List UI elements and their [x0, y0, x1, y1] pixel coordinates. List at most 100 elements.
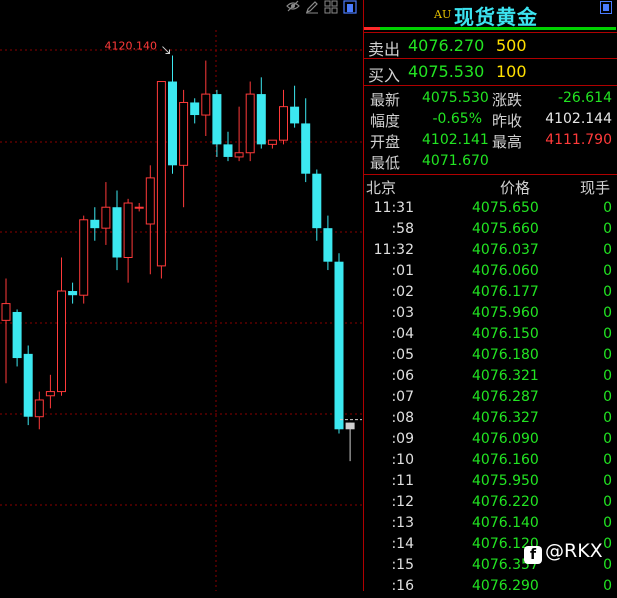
quote-label: 最高: [492, 133, 523, 151]
tick-price: 4075.650: [472, 200, 539, 216]
tick-time: 11:32: [373, 242, 414, 258]
tick-row[interactable]: :11 4075.950 0: [364, 472, 617, 493]
orderbook-sell[interactable]: 卖出 4076.270 500: [364, 34, 617, 59]
quote-panel: AU 现货黄金 卖出 4076.270 500 买入 4075.530 100 …: [363, 0, 617, 594]
candles-group: [1, 55, 355, 462]
tick-price: 4076.290: [472, 578, 539, 594]
candle-body: [201, 93, 211, 116]
candle-body: [290, 106, 300, 124]
tick-volume: 0: [603, 200, 612, 216]
tick-row[interactable]: :01 4076.060 0: [364, 262, 617, 283]
tick-row[interactable]: :12 4076.220 0: [364, 493, 617, 514]
tick-volume: 0: [603, 326, 612, 342]
tick-time: :14: [391, 536, 414, 552]
tick-row[interactable]: :16 4076.290 0: [364, 577, 617, 598]
tick-volume: 0: [603, 536, 612, 552]
tick-time: 11:31: [373, 200, 414, 216]
tick-row[interactable]: :02 4076.177 0: [364, 283, 617, 304]
tick-time: :12: [391, 494, 414, 510]
tick-row[interactable]: :58 4075.660 0: [364, 220, 617, 241]
buy-label: 买入: [368, 66, 401, 85]
quote-value: 4075.530: [422, 90, 489, 106]
tick-time: :07: [391, 389, 414, 405]
tick-price: 4076.177: [472, 284, 539, 300]
instrument-name: 现货黄金: [454, 5, 538, 29]
chart-annotations: 4120.140: [105, 40, 362, 421]
quote-label: 昨收: [492, 112, 523, 130]
tick-volume: 0: [603, 557, 612, 573]
buy-volume: 100: [496, 62, 527, 81]
tick-time: :09: [391, 431, 414, 447]
tick-price: 4075.660: [472, 221, 539, 237]
eye-icon[interactable]: [286, 0, 300, 14]
candle-body: [57, 290, 66, 393]
candle-body: [256, 94, 266, 145]
tick-time: :11: [391, 473, 414, 489]
quote-label: 最低: [370, 154, 401, 172]
tick-row[interactable]: :05 4076.180 0: [364, 346, 617, 367]
sell-price: 4076.270: [408, 36, 485, 55]
sell-volume: 500: [496, 36, 527, 55]
tick-volume: 0: [603, 242, 612, 258]
candle-body: [90, 219, 100, 229]
tick-row[interactable]: :06 4076.321 0: [364, 367, 617, 388]
candle-body: [68, 291, 78, 296]
facebook-icon: f: [524, 546, 542, 564]
candle-body: [234, 152, 244, 158]
candle-body: [12, 311, 22, 359]
tick-price: 4076.220: [472, 494, 539, 510]
tick-price: 4076.287: [472, 389, 539, 405]
grid-icon[interactable]: [324, 0, 338, 14]
tick-row[interactable]: :10 4076.160 0: [364, 451, 617, 472]
tick-row[interactable]: :08 4076.327 0: [364, 409, 617, 430]
tick-time: :10: [391, 452, 414, 468]
sell-label: 卖出: [368, 40, 401, 59]
window-icon[interactable]: [343, 0, 357, 14]
tick-price: 4075.960: [472, 305, 539, 321]
tick-time: :01: [391, 263, 414, 279]
quote-label: 开盘: [370, 133, 401, 151]
tick-row[interactable]: 11:32 4076.037 0: [364, 241, 617, 262]
high-price-label: 4120.140: [105, 40, 158, 53]
quote-value: -26.614: [557, 90, 612, 106]
quote-row: 开盘 4102.141 最高 4111.790: [364, 130, 617, 151]
divider: [364, 85, 617, 86]
pencil-icon[interactable]: [305, 0, 319, 14]
candle-body: [301, 123, 311, 174]
candle-body: [101, 206, 111, 229]
candle-body: [45, 391, 55, 397]
candle-body: [156, 81, 166, 267]
orderbook-buy[interactable]: 买入 4075.530 100: [364, 60, 617, 85]
tick-price: 4076.160: [472, 452, 539, 468]
candle-body: [190, 102, 200, 116]
tick-row[interactable]: :07 4076.287 0: [364, 388, 617, 409]
quote-value: 4102.141: [422, 132, 489, 148]
tick-time: :04: [391, 326, 414, 342]
tick-price: 4076.140: [472, 515, 539, 531]
quote-row: 幅度 -0.65% 昨收 4102.144: [364, 109, 617, 130]
tick-time: :06: [391, 368, 414, 384]
instrument-title: AU 现货黄金: [364, 0, 617, 30]
maximize-icon[interactable]: [600, 1, 612, 14]
watermark-text: @RKX: [545, 540, 603, 562]
tick-price: 4076.150: [472, 326, 539, 342]
tick-price: 4075.950: [472, 473, 539, 489]
tick-volume: 0: [603, 368, 612, 384]
tick-row[interactable]: :04 4076.150 0: [364, 325, 617, 346]
tick-row[interactable]: :03 4075.960 0: [364, 304, 617, 325]
tick-volume: 0: [603, 578, 612, 594]
candle-body: [112, 207, 122, 258]
candle-body: [123, 202, 133, 258]
tick-volume: 0: [603, 347, 612, 363]
candlestick-chart[interactable]: 4120.140: [0, 0, 362, 591]
quote-value: -0.65%: [432, 111, 482, 127]
tick-row[interactable]: :09 4076.090 0: [364, 430, 617, 451]
candle-body: [179, 101, 189, 166]
tick-row[interactable]: 11:31 4075.650 0: [364, 199, 617, 220]
ticks-header: 北京 价格 现手: [364, 176, 617, 198]
tick-time: :13: [391, 515, 414, 531]
tick-time: :16: [391, 578, 414, 594]
tick-volume: 0: [603, 389, 612, 405]
tick-row[interactable]: :13 4076.140 0: [364, 514, 617, 535]
candle-body: [23, 353, 33, 417]
